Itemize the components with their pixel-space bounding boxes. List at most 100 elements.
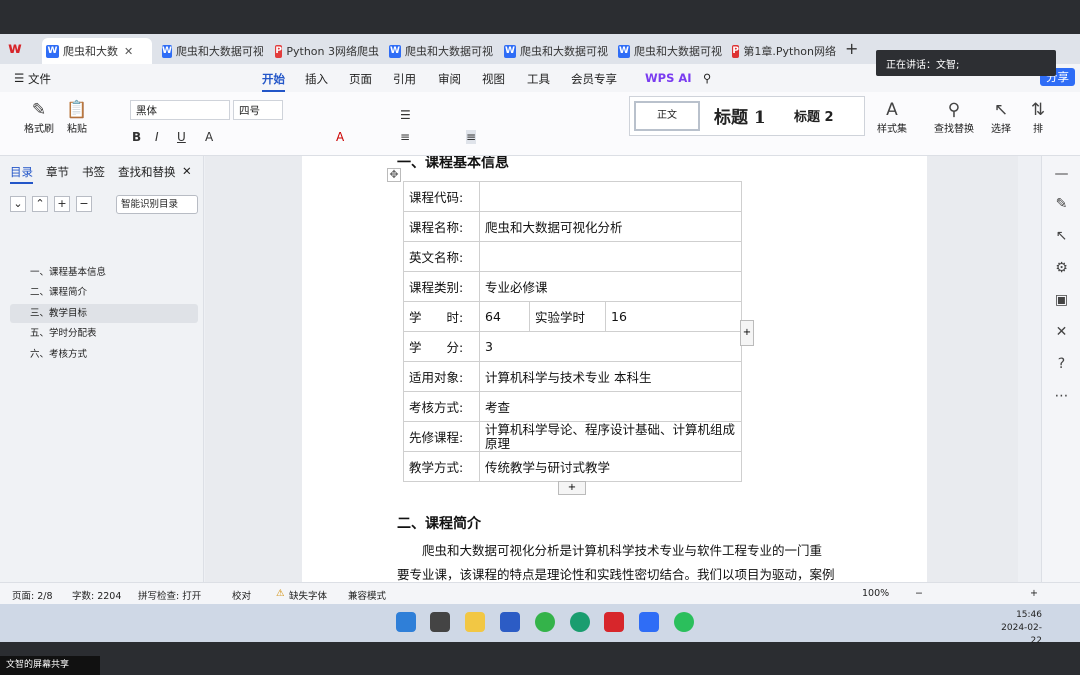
table-value[interactable]: 计算机科学与技术专业 本科生 (479, 361, 742, 392)
tab-doc[interactable]: P 第1章.Python网络 (728, 38, 836, 64)
add-icon[interactable]: + (54, 196, 70, 212)
table-value[interactable] (479, 181, 742, 212)
tab-doc[interactable]: P Python 3网络爬虫 (271, 38, 379, 64)
bullet-list-icon[interactable]: ☰ (400, 108, 411, 122)
wps-app-icon[interactable] (604, 612, 624, 632)
table-value[interactable]: 考查 (479, 391, 742, 422)
intro-paragraph-line2[interactable]: 要专业课，该课程的特点是理论性和实践性密切结合。我们以项目为驱动，案例 (397, 563, 837, 582)
table-value[interactable] (479, 241, 742, 272)
search-icon[interactable]: ⚲ (703, 71, 711, 85)
toc-item[interactable]: 二、课程简介 (10, 283, 198, 302)
page-indicator[interactable]: 页面: 2/8 (12, 588, 53, 602)
select-button[interactable]: ↖ 选择 (984, 100, 1018, 135)
intro-paragraph-line1[interactable]: 爬虫和大数据可视化分析是计算机科学技术专业与软件工程专业的一门重 (397, 539, 837, 563)
style-normal[interactable]: 正文 (634, 101, 700, 131)
bold-icon[interactable]: B (132, 130, 141, 144)
cursor-icon[interactable]: ↖ (1042, 228, 1080, 244)
find-replace-button[interactable]: ⚲ 查找替换 (928, 100, 980, 135)
menu-tools[interactable]: 工具 (527, 71, 550, 87)
collapse-icon[interactable]: ⌄ (10, 196, 26, 212)
menu-view[interactable]: 视图 (482, 71, 505, 87)
zoom-in-icon[interactable]: + (1030, 588, 1038, 599)
cursor-icon: ↖ (993, 100, 1009, 120)
table-value[interactable]: 爬虫和大数据可视化分析 (479, 211, 742, 242)
tab-doc[interactable]: W 爬虫和大数据可视 (614, 38, 722, 64)
menu-insert[interactable]: 插入 (305, 71, 328, 87)
taskbar-clock[interactable]: 15:46 2024-02-22 (1000, 609, 1042, 648)
italic-icon[interactable]: I (155, 130, 159, 144)
more-icon[interactable]: ⋯ (1042, 388, 1080, 404)
underline-icon[interactable]: U (177, 130, 186, 144)
menu-member[interactable]: 会员专享 (571, 71, 617, 87)
close-icon[interactable]: ✕ (182, 164, 192, 178)
justify-icon[interactable]: ≡ (466, 130, 477, 144)
start-icon[interactable] (396, 612, 416, 632)
style-set-button[interactable]: A 样式集 (872, 100, 912, 135)
meeting-app-icon[interactable] (639, 612, 659, 632)
task-view-icon[interactable] (430, 612, 450, 632)
app-icon[interactable] (570, 612, 590, 632)
tab-doc-active[interactable]: W 爬虫和大数 ✕ (42, 38, 152, 64)
pane-tab-chapters[interactable]: 章节 (46, 164, 69, 180)
font-size-select[interactable]: 四号 (233, 100, 283, 120)
wechat-icon[interactable] (674, 612, 694, 632)
toc-item[interactable]: 六、考核方式 (10, 345, 198, 364)
format-painter-button[interactable]: ✎ 格式刷 (20, 100, 58, 135)
smart-toc-button[interactable]: 智能识别目录 (116, 195, 198, 214)
align-left-icon[interactable]: ≡ (400, 130, 410, 144)
table-value[interactable]: 3 (479, 331, 742, 362)
toc-item[interactable]: 五、学时分配表 (10, 324, 198, 343)
word-count[interactable]: 字数: 2204 (72, 588, 121, 602)
paste-button[interactable]: 📋 粘贴 (60, 100, 94, 135)
file-explorer-icon[interactable] (465, 612, 485, 632)
document-page[interactable]: 一、课程基本信息 ✥ 课程代码: 课程名称: 爬虫和大数据可视化分析 英文名称: … (302, 156, 927, 582)
menu-references[interactable]: 引用 (393, 71, 416, 87)
spell-check-toggle[interactable]: 拼写检查: 打开 (138, 588, 201, 602)
pane-tab-bookmarks[interactable]: 书签 (82, 164, 105, 180)
minus-icon[interactable]: — (1042, 166, 1080, 182)
new-tab-icon[interactable]: + (845, 39, 858, 58)
tools-icon[interactable]: ✕ (1042, 324, 1080, 340)
table-value[interactable]: 16 (605, 301, 742, 332)
missing-font-button[interactable]: 缺失字体 (289, 588, 327, 602)
toc-item-selected[interactable]: 三、教学目标 (10, 304, 198, 323)
pane-tab-find[interactable]: 查找和替换 (118, 164, 176, 180)
table-value[interactable]: 传统教学与研讨式教学 (479, 451, 742, 482)
tab-doc[interactable]: W 爬虫和大数据可视 (385, 38, 493, 64)
text-color-icon[interactable]: A (336, 130, 344, 144)
menu-home[interactable]: 开始 (262, 71, 285, 92)
table-value[interactable]: 64 (479, 301, 530, 332)
add-column-icon[interactable]: + (740, 320, 754, 346)
close-icon[interactable]: ✕ (124, 45, 133, 58)
image-icon[interactable]: ▣ (1042, 292, 1080, 308)
remove-icon[interactable]: − (76, 196, 92, 212)
tab-doc[interactable]: W 爬虫和大数据可视 (500, 38, 608, 64)
pane-tab-toc[interactable]: 目录 (10, 164, 33, 184)
toc-item[interactable]: 一、课程基本信息 (10, 263, 198, 282)
tab-doc[interactable]: W 爬虫和大数据可视 (158, 38, 263, 64)
table-value[interactable]: 计算机科学导论、程序设计基础、计算机组成原理 (479, 421, 742, 452)
menu-review[interactable]: 审阅 (438, 71, 461, 87)
add-row-icon[interactable]: + (558, 481, 586, 495)
font-family-select[interactable]: 黑体 (130, 100, 230, 120)
zoom-out-icon[interactable]: − (915, 588, 923, 599)
expand-icon[interactable]: ⌃ (32, 196, 48, 212)
menu-page[interactable]: 页面 (349, 71, 372, 87)
hamburger-icon[interactable]: ☰ (14, 71, 24, 85)
arrange-button[interactable]: ⇅ 排 (1028, 100, 1048, 135)
style-heading1[interactable]: 标题 1 (714, 103, 766, 128)
pen-icon[interactable]: ✎ (1042, 196, 1080, 212)
store-icon[interactable] (500, 612, 520, 632)
app-icon[interactable] (535, 612, 555, 632)
help-icon[interactable]: ? (1042, 356, 1080, 372)
table-value[interactable]: 专业必修课 (479, 271, 742, 302)
menu-file[interactable]: 文件 (28, 71, 51, 87)
menu-wps-ai[interactable]: WPS AI (645, 71, 692, 85)
proofread-button[interactable]: 校对 (232, 588, 251, 602)
table-move-handle-icon[interactable]: ✥ (387, 168, 401, 182)
style-heading2[interactable]: 标题 2 (794, 106, 834, 125)
wps-logo-icon[interactable]: w (8, 39, 30, 59)
font-color-icon[interactable]: A (205, 130, 213, 144)
settings-icon[interactable]: ⚙ (1042, 260, 1080, 276)
zoom-level[interactable]: 100% (862, 588, 889, 599)
